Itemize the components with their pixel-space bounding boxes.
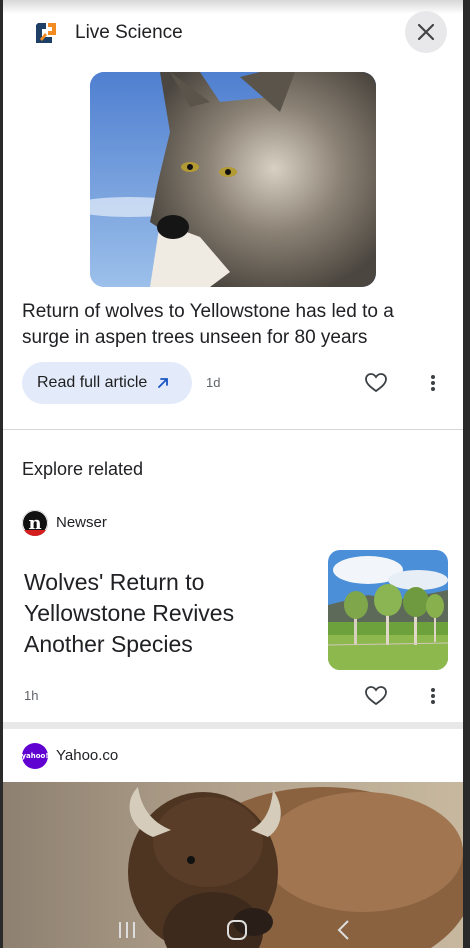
article-age: 1d [206,375,221,390]
section-divider [3,429,463,430]
live-science-logo [32,19,60,47]
system-navigation-bar [3,912,463,948]
yahoo-logo: yahoo! [21,743,49,769]
open-external-arrow-icon [158,378,169,388]
home-icon[interactable] [225,918,249,942]
close-button[interactable] [405,11,447,53]
screen-frame-right [463,0,470,948]
section-divider [3,722,463,729]
publisher-name[interactable]: Yahoo.co [56,747,118,764]
close-icon [417,23,435,41]
newser-logo: n [22,510,48,536]
related-more-options-button[interactable] [418,681,448,711]
explore-related-heading: Explore related [22,459,144,479]
heart-icon [365,373,387,393]
screen-frame-left [0,0,3,948]
related-like-button[interactable] [361,681,391,711]
related-article-title[interactable]: Wolves' Return to Yellowstone Revives An… [24,567,304,660]
read-full-article-button[interactable]: Read full article [22,362,192,404]
related-article-thumbnail[interactable] [328,550,448,670]
svg-text:n: n [28,513,41,534]
recent-apps-icon[interactable] [116,920,138,940]
article-title[interactable]: Return of wolves to Yellowstone has led … [22,299,442,351]
article-hero-image[interactable] [90,72,376,287]
like-button[interactable] [361,368,391,398]
heart-icon [365,686,387,706]
more-vert-icon [431,375,435,391]
source-header: Live Science [32,16,183,50]
related-article-age: 1h [24,688,39,703]
back-icon[interactable] [336,919,350,941]
more-vert-icon [431,688,435,704]
source-name: Live Science [75,22,183,43]
more-options-button[interactable] [418,368,448,398]
publisher-name[interactable]: Newser [56,514,107,531]
status-bar-shade [0,0,470,14]
read-full-article-label: Read full article [37,374,148,391]
